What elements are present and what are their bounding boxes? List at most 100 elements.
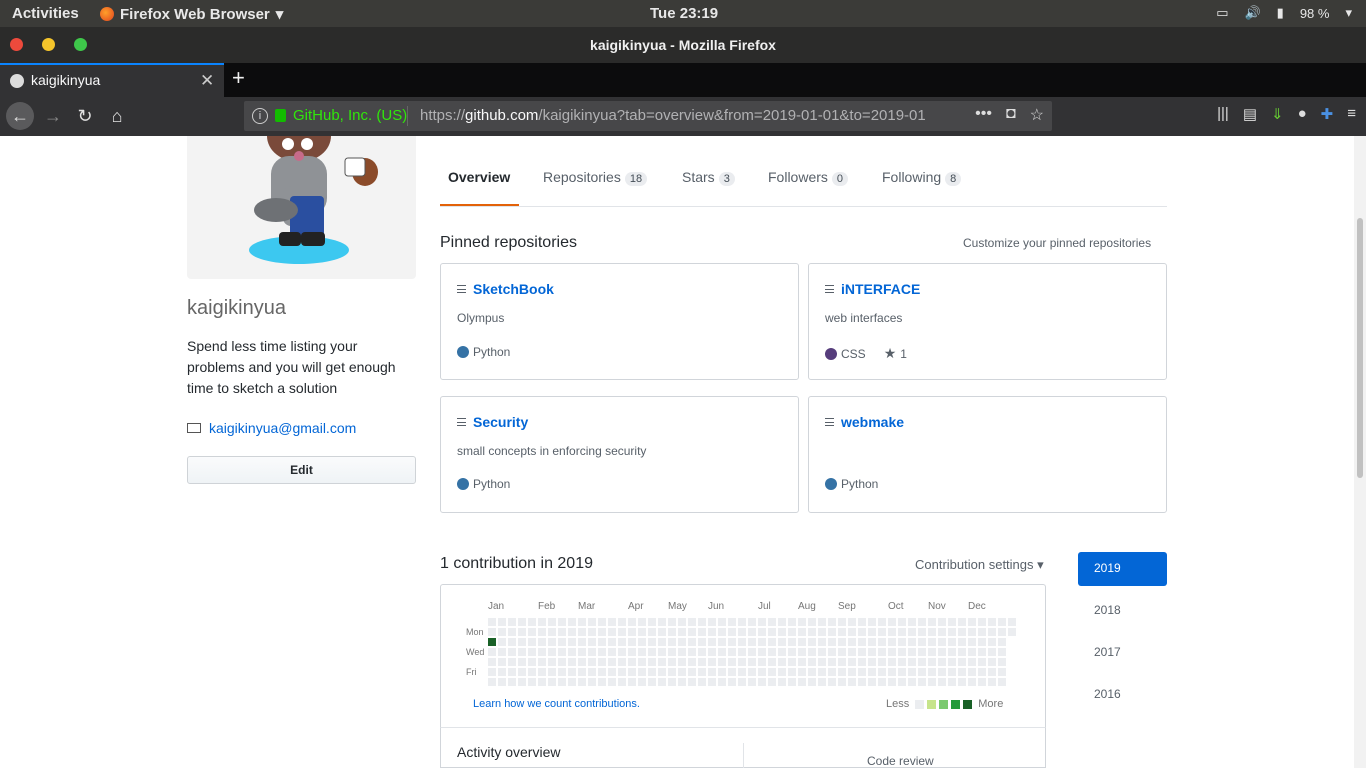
contribution-day-cell[interactable]: [698, 628, 706, 636]
contribution-day-cell[interactable]: [678, 618, 686, 626]
info-icon[interactable]: i: [252, 108, 268, 124]
contribution-day-cell[interactable]: [498, 638, 506, 646]
contribution-day-cell[interactable]: [958, 648, 966, 656]
contribution-day-cell[interactable]: [878, 618, 886, 626]
extension-icon[interactable]: ●: [1298, 105, 1307, 123]
contribution-day-cell[interactable]: [838, 648, 846, 656]
contribution-day-cell[interactable]: [948, 678, 956, 686]
contribution-day-cell[interactable]: [718, 628, 726, 636]
contribution-day-cell[interactable]: [798, 678, 806, 686]
contribution-day-cell[interactable]: [768, 638, 776, 646]
contribution-day-cell[interactable]: [928, 618, 936, 626]
contribution-day-cell[interactable]: [918, 638, 926, 646]
repo-star-count[interactable]: 1: [900, 347, 907, 361]
contribution-day-cell[interactable]: [648, 668, 656, 676]
contribution-day-cell[interactable]: [688, 658, 696, 666]
close-tab-icon[interactable]: ✕: [200, 71, 214, 91]
menu-icon[interactable]: ≡: [1347, 105, 1356, 123]
contribution-day-cell[interactable]: [498, 668, 506, 676]
contribution-day-cell[interactable]: [608, 678, 616, 686]
star-icon[interactable]: ★: [884, 345, 897, 362]
url-text[interactable]: https://github.com/kaigikinyua?tab=overv…: [420, 107, 936, 124]
extension-flag-icon[interactable]: ✚: [1321, 105, 1334, 123]
new-tab-button[interactable]: +: [232, 65, 245, 91]
contribution-day-cell[interactable]: [508, 638, 516, 646]
contribution-day-cell[interactable]: [678, 668, 686, 676]
contribution-day-cell[interactable]: [898, 618, 906, 626]
contribution-day-cell[interactable]: [728, 668, 736, 676]
library-icon[interactable]: |||: [1217, 105, 1229, 123]
contribution-day-cell[interactable]: [588, 658, 596, 666]
contribution-day-cell[interactable]: [728, 658, 736, 666]
contribution-day-cell[interactable]: [568, 658, 576, 666]
contribution-day-cell[interactable]: [768, 678, 776, 686]
contribution-day-cell[interactable]: [858, 628, 866, 636]
contribution-day-cell[interactable]: [508, 618, 516, 626]
contribution-day-cell[interactable]: [528, 638, 536, 646]
contribution-day-cell[interactable]: [698, 648, 706, 656]
contribution-day-cell[interactable]: [558, 658, 566, 666]
contribution-day-cell[interactable]: [938, 648, 946, 656]
contribution-day-cell[interactable]: [618, 618, 626, 626]
contribution-day-cell[interactable]: [878, 668, 886, 676]
contribution-day-cell[interactable]: [498, 618, 506, 626]
contribution-day-cell[interactable]: [938, 668, 946, 676]
contribution-day-cell[interactable]: [628, 668, 636, 676]
back-button[interactable]: ←: [6, 102, 34, 130]
contribution-day-cell[interactable]: [998, 678, 1006, 686]
contribution-day-cell[interactable]: [988, 618, 996, 626]
contribution-day-cell[interactable]: [588, 618, 596, 626]
contribution-day-cell[interactable]: [948, 648, 956, 656]
contribution-day-cell[interactable]: [958, 668, 966, 676]
contribution-day-cell[interactable]: [508, 678, 516, 686]
contribution-day-cell[interactable]: [948, 668, 956, 676]
contribution-day-cell[interactable]: [878, 678, 886, 686]
contribution-day-cell[interactable]: [688, 668, 696, 676]
contribution-day-cell[interactable]: [928, 678, 936, 686]
contribution-day-cell[interactable]: [738, 658, 746, 666]
contribution-day-cell[interactable]: [638, 668, 646, 676]
contribution-day-cell[interactable]: [758, 648, 766, 656]
contribution-day-cell[interactable]: [668, 638, 676, 646]
contribution-day-cell[interactable]: [498, 648, 506, 656]
contribution-day-cell[interactable]: [908, 658, 916, 666]
contribution-day-cell[interactable]: [798, 638, 806, 646]
contribution-day-cell[interactable]: [868, 618, 876, 626]
contribution-day-cell[interactable]: [748, 648, 756, 656]
contribution-day-cell[interactable]: [618, 678, 626, 686]
contribution-day-cell[interactable]: [718, 678, 726, 686]
contribution-day-cell[interactable]: [648, 638, 656, 646]
contribution-day-cell[interactable]: [488, 638, 496, 646]
contribution-day-cell[interactable]: [798, 668, 806, 676]
contribution-day-cell[interactable]: [598, 648, 606, 656]
contribution-day-cell[interactable]: [598, 678, 606, 686]
close-window-button[interactable]: [10, 38, 23, 51]
contribution-day-cell[interactable]: [738, 648, 746, 656]
contribution-day-cell[interactable]: [668, 628, 676, 636]
contribution-day-cell[interactable]: [758, 618, 766, 626]
contribution-day-cell[interactable]: [708, 638, 716, 646]
contribution-day-cell[interactable]: [658, 638, 666, 646]
contribution-day-cell[interactable]: [608, 668, 616, 676]
contribution-day-cell[interactable]: [688, 618, 696, 626]
tab-followers[interactable]: Followers 0: [768, 169, 849, 186]
contribution-day-cell[interactable]: [848, 678, 856, 686]
contribution-day-cell[interactable]: [898, 638, 906, 646]
contribution-day-cell[interactable]: [768, 658, 776, 666]
contribution-day-cell[interactable]: [978, 618, 986, 626]
contribution-day-cell[interactable]: [1008, 628, 1016, 636]
contribution-day-cell[interactable]: [948, 658, 956, 666]
contribution-day-cell[interactable]: [518, 658, 526, 666]
contribution-day-cell[interactable]: [698, 668, 706, 676]
contribution-day-cell[interactable]: [698, 618, 706, 626]
contribution-day-cell[interactable]: [888, 618, 896, 626]
contribution-day-cell[interactable]: [968, 628, 976, 636]
contribution-day-cell[interactable]: [828, 638, 836, 646]
contribution-day-cell[interactable]: [548, 658, 556, 666]
contribution-day-cell[interactable]: [578, 658, 586, 666]
contribution-day-cell[interactable]: [728, 638, 736, 646]
contribution-day-cell[interactable]: [818, 638, 826, 646]
home-button[interactable]: ⌂: [103, 102, 131, 130]
contribution-day-cell[interactable]: [838, 668, 846, 676]
contribution-day-cell[interactable]: [808, 648, 816, 656]
